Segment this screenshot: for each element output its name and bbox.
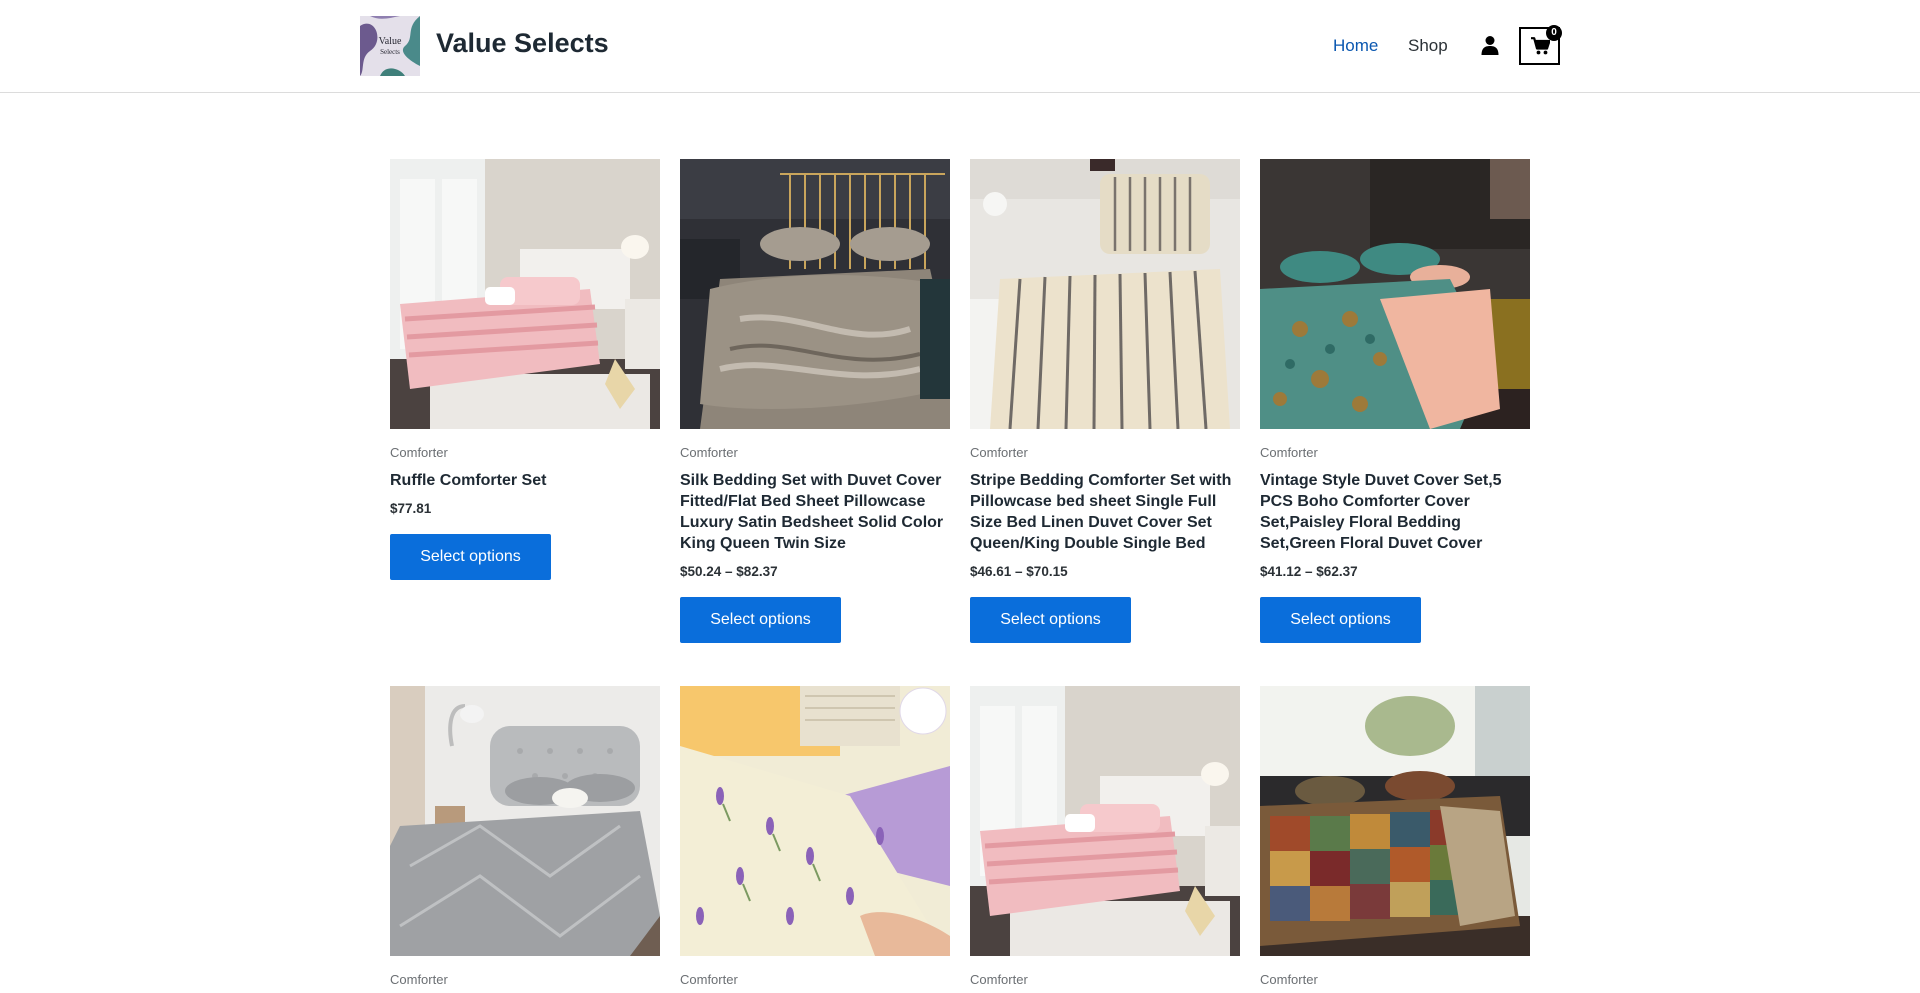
product-card: Comforter Ruffle Comforter Set $77.81 Se… bbox=[390, 159, 660, 580]
logo-text-top: Value bbox=[379, 36, 402, 47]
product-title[interactable]: Stripe Bedding Comforter Set with Pillow… bbox=[970, 470, 1240, 554]
select-options-button[interactable]: Select options bbox=[1260, 597, 1421, 643]
logo-text-bottom: Selects bbox=[380, 48, 400, 56]
product-title[interactable]: Vintage Style Duvet Cover Set,5 PCS Boho… bbox=[1260, 470, 1530, 554]
product-category[interactable]: Comforter bbox=[680, 444, 950, 462]
product-image[interactable] bbox=[970, 686, 1240, 956]
site-title[interactable]: Value Selects bbox=[436, 28, 609, 59]
product-card: Comforter bbox=[680, 686, 950, 989]
product-image[interactable] bbox=[970, 159, 1240, 429]
product-card: Comforter Vintage Style Duvet Cover Set,… bbox=[1260, 159, 1530, 643]
site-header: Value Selects Value Selects Home Shop 0 bbox=[0, 0, 1920, 93]
cart-icon bbox=[1531, 37, 1550, 55]
product-price: $41.12 – $62.37 bbox=[1260, 564, 1358, 579]
product-price: $46.61 – $70.15 bbox=[970, 564, 1068, 579]
product-price: $77.81 bbox=[390, 501, 432, 516]
select-options-button[interactable]: Select options bbox=[970, 597, 1131, 643]
product-title[interactable]: Silk Bedding Set with Duvet Cover Fitted… bbox=[680, 470, 950, 554]
product-category[interactable]: Comforter bbox=[1260, 444, 1530, 462]
product-card: Comforter bbox=[1260, 686, 1530, 989]
product-category[interactable]: Comforter bbox=[390, 971, 660, 989]
product-image[interactable] bbox=[680, 159, 950, 429]
product-image[interactable] bbox=[1260, 159, 1530, 429]
product-title[interactable]: Ruffle Comforter Set bbox=[390, 470, 660, 491]
account-icon[interactable] bbox=[1481, 35, 1499, 55]
product-card: Comforter bbox=[390, 686, 660, 989]
product-card: Comforter Stripe Bedding Comforter Set w… bbox=[970, 159, 1240, 643]
product-category[interactable]: Comforter bbox=[390, 444, 660, 462]
product-image[interactable] bbox=[1260, 686, 1530, 956]
nav-home[interactable]: Home bbox=[1333, 36, 1378, 56]
cart-count-badge: 0 bbox=[1546, 25, 1562, 41]
product-image[interactable] bbox=[680, 686, 950, 956]
select-options-button[interactable]: Select options bbox=[390, 534, 551, 580]
product-category[interactable]: Comforter bbox=[1260, 971, 1530, 989]
select-options-button[interactable]: Select options bbox=[680, 597, 841, 643]
product-category[interactable]: Comforter bbox=[970, 444, 1240, 462]
site-logo[interactable]: Value Selects bbox=[360, 16, 420, 76]
product-category[interactable]: Comforter bbox=[970, 971, 1240, 989]
product-price: $50.24 – $82.37 bbox=[680, 564, 778, 579]
product-image[interactable] bbox=[390, 159, 660, 429]
nav-shop[interactable]: Shop bbox=[1408, 36, 1448, 56]
product-card: Comforter bbox=[970, 686, 1240, 989]
product-card: Comforter Silk Bedding Set with Duvet Co… bbox=[680, 159, 950, 643]
product-image[interactable] bbox=[390, 686, 660, 956]
product-category[interactable]: Comforter bbox=[680, 971, 950, 989]
